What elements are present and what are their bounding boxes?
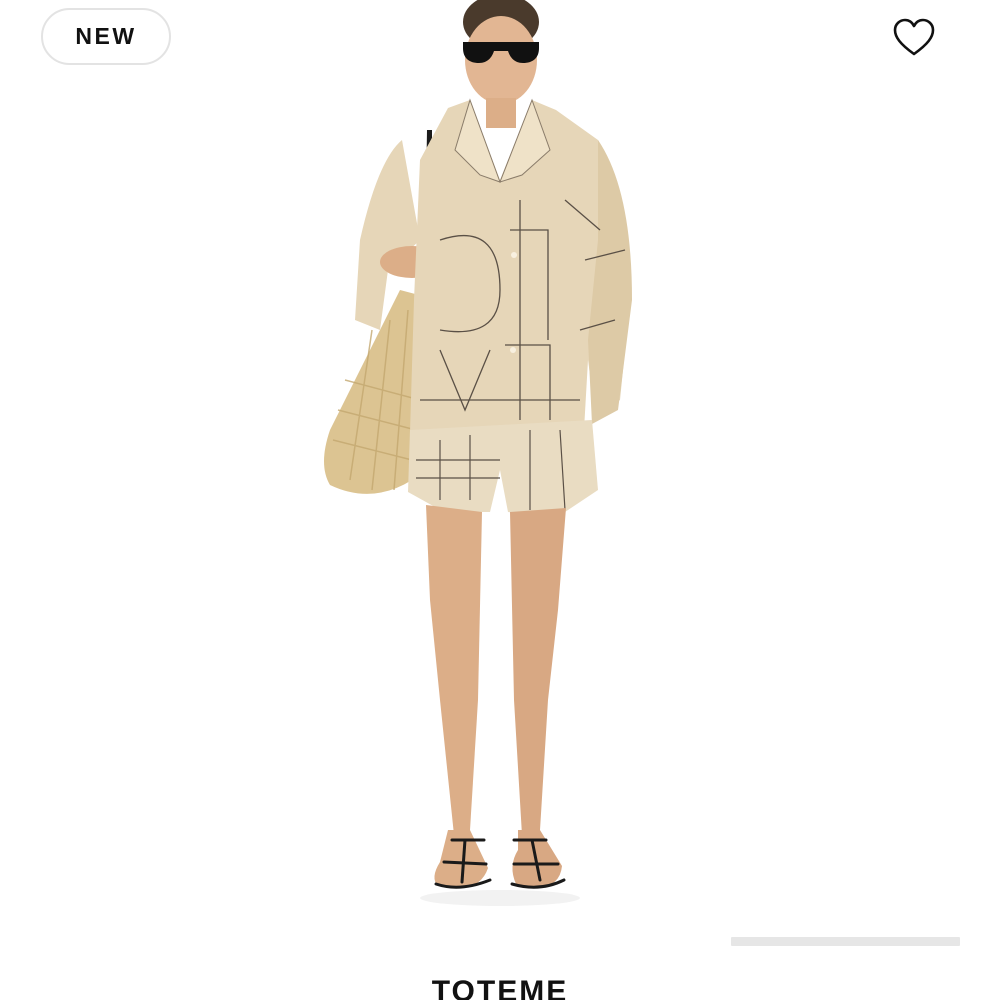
product-image[interactable] — [250, 0, 750, 920]
silk-shorts — [408, 420, 598, 518]
product-card[interactable]: NEW TOTEME — [0, 0, 1000, 1000]
image-carousel-indicator[interactable] — [731, 937, 960, 946]
wishlist-button[interactable] — [888, 12, 940, 64]
new-badge: NEW — [41, 8, 171, 65]
heart-outline-icon — [893, 18, 935, 56]
brand-name[interactable]: TOTEME — [0, 972, 1000, 1000]
